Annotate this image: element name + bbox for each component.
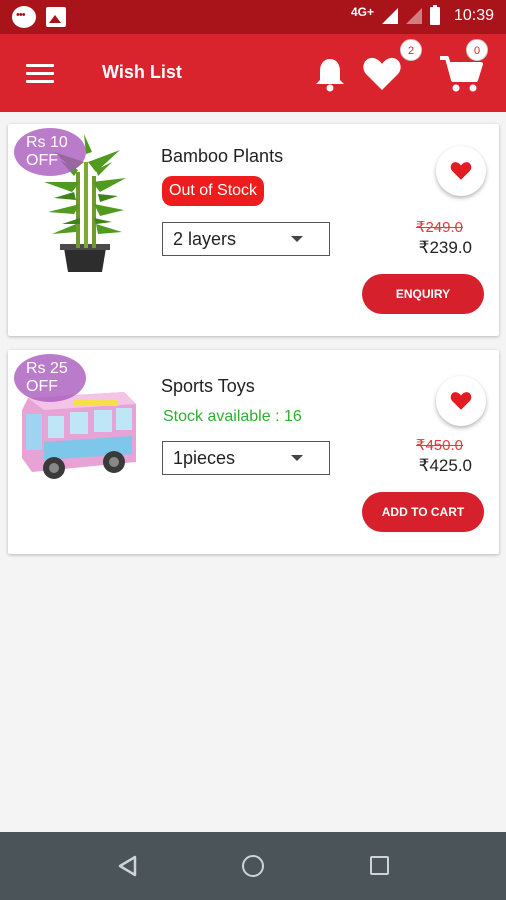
discount-badge: Rs 25 OFF [14, 354, 86, 402]
product-name: Sports Toys [161, 376, 255, 396]
discount-amount: Rs 25 [26, 360, 68, 377]
discount-amount: Rs 10 [26, 134, 68, 151]
status-bar: 4G+ 10:39 [0, 0, 506, 34]
original-price: ₹249.0 [415, 219, 463, 236]
battery-icon [429, 5, 440, 25]
image-notification-icon [46, 7, 66, 27]
dropdown-arrow-icon [291, 455, 303, 461]
remove-from-wishlist-button[interactable] [436, 146, 486, 196]
product-name: Bamboo Plants [161, 146, 284, 166]
app-bar: Wish List 2 0 [0, 34, 506, 112]
variant-value: 2 layers [173, 229, 237, 249]
wishlist-count-badge: 2 [400, 39, 422, 61]
clock: 10:39 [453, 7, 494, 24]
add-to-cart-button[interactable]: ADD TO CART [362, 492, 484, 532]
bell-icon[interactable] [314, 56, 346, 92]
heart-icon [450, 392, 472, 410]
system-navigation-bar [0, 832, 506, 900]
sale-price: ₹239.0 [418, 238, 472, 257]
dropdown-arrow-icon [291, 236, 303, 242]
page-title: Wish List [102, 62, 182, 82]
menu-icon[interactable] [26, 64, 54, 84]
notification-icons [12, 6, 66, 28]
signal-icon [381, 8, 398, 24]
remove-from-wishlist-button[interactable] [436, 376, 486, 426]
enquiry-button[interactable]: ENQUIRY [362, 274, 484, 314]
sale-price: ₹425.0 [418, 456, 472, 475]
cart-count-badge: 0 [466, 39, 488, 61]
message-notification-icon [12, 6, 36, 28]
network-type: 4G+ [350, 5, 374, 19]
stock-status-text: Stock available : 16 [163, 408, 302, 425]
variant-select[interactable]: 1pieces [162, 441, 330, 475]
stock-status-badge: Out of Stock [162, 176, 265, 206]
back-icon[interactable] [116, 854, 138, 878]
wishlist-item-card: Rs 25 OFF Sports Toys Stock available : … [8, 350, 499, 554]
original-price: ₹450.0 [415, 437, 463, 454]
recents-icon[interactable] [370, 856, 389, 875]
discount-label: OFF [26, 152, 58, 169]
wishlist-heart-icon[interactable] [362, 56, 402, 92]
discount-label: OFF [26, 378, 58, 395]
wifi-signal-icon [405, 8, 422, 24]
home-icon[interactable] [242, 855, 264, 877]
heart-icon [450, 162, 472, 180]
system-status: 4G+ 10:39 [350, 5, 494, 25]
discount-badge: Rs 10 OFF [14, 128, 86, 176]
wishlist-item-card: Rs 10 OFF Bamboo Plants Out of Stock 2 l… [8, 124, 499, 336]
variant-select[interactable]: 2 layers [162, 222, 330, 256]
variant-value: 1pieces [173, 448, 236, 468]
